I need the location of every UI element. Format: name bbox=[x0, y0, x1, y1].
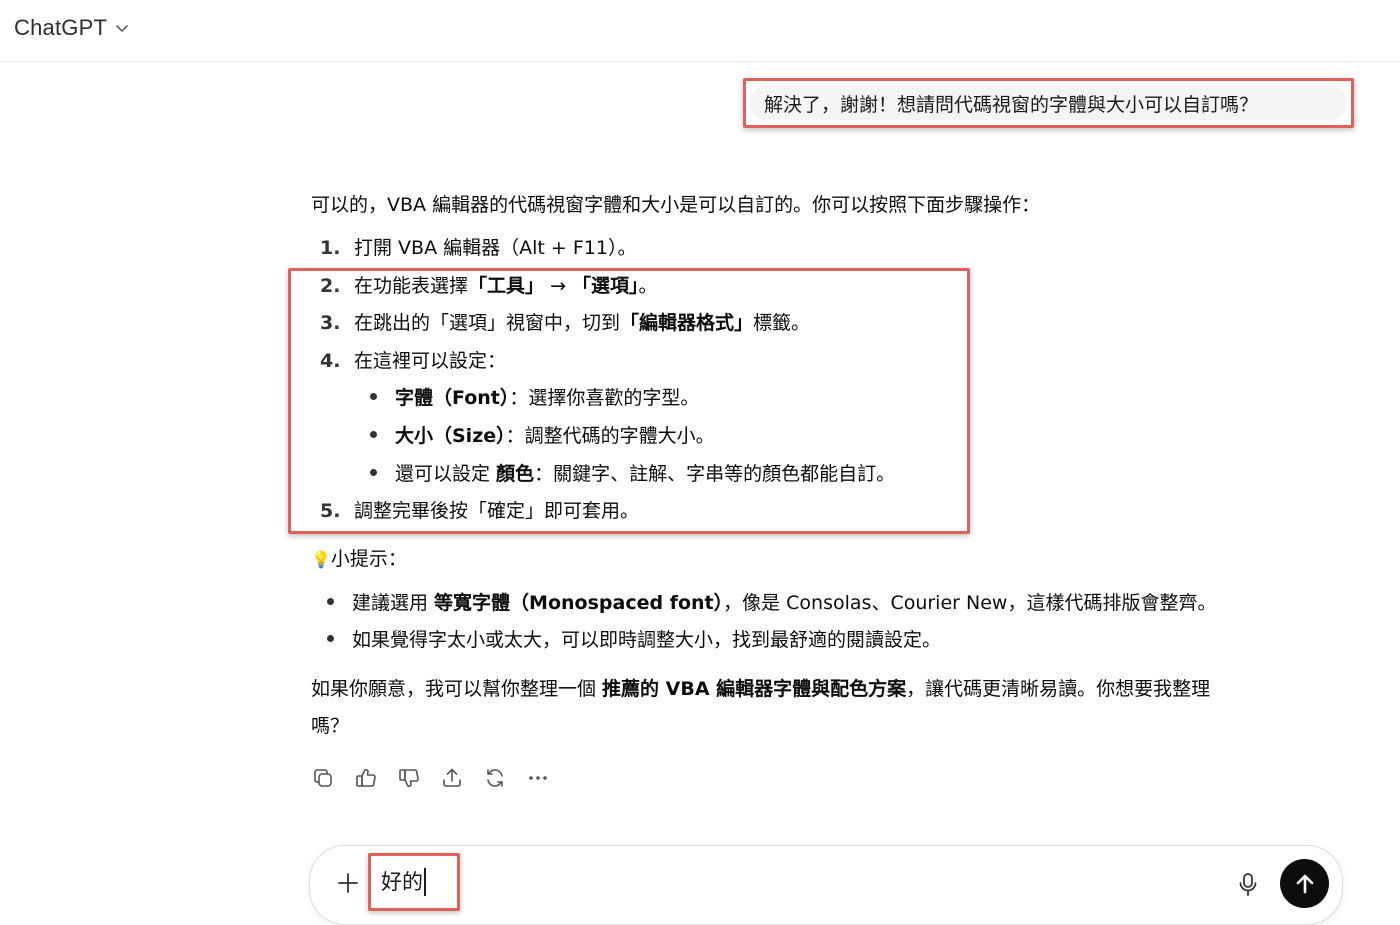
regenerate-icon[interactable] bbox=[483, 764, 507, 792]
user-message: 解決了，謝謝！想請問代碼視窗的字體與大小可以自訂嗎？ bbox=[750, 85, 1347, 121]
model-name: ChatGPT bbox=[14, 15, 108, 40]
top-bar: ChatGPT bbox=[0, 0, 1400, 62]
bullet bbox=[327, 598, 334, 605]
tip-item: 如果覺得字太小或太大，可以即時調整大小，找到最舒適的閱讀設定。 bbox=[327, 622, 941, 659]
assistant-intro: 可以的，VBA 編輯器的代碼視窗字體和大小是可以自訂的。你可以按照下面步驟操作： bbox=[311, 194, 1041, 216]
message-input[interactable]: 好的 bbox=[381, 868, 426, 896]
send-button[interactable] bbox=[1280, 859, 1329, 908]
bullet bbox=[327, 635, 334, 642]
steps-highlight-box bbox=[288, 268, 970, 534]
thumbs-down-icon[interactable] bbox=[397, 764, 421, 792]
model-switcher[interactable]: ChatGPT bbox=[14, 12, 129, 44]
closing-line-2: 嗎？ bbox=[311, 715, 350, 737]
tip-item: 建議選用 等寬字體（Monospaced font），像是 Consolas、C… bbox=[327, 585, 1216, 622]
share-icon[interactable] bbox=[440, 764, 464, 792]
composer bbox=[309, 845, 1343, 925]
message-input-highlight[interactable]: 好的 bbox=[368, 853, 460, 911]
user-message-highlight: 解決了，謝謝！想請問代碼視窗的字體與大小可以自訂嗎？ bbox=[743, 78, 1354, 128]
arrow-up-icon bbox=[1296, 874, 1313, 893]
chevron-down-icon bbox=[115, 21, 129, 35]
message-actions bbox=[311, 764, 550, 792]
microphone-icon[interactable] bbox=[1236, 870, 1260, 898]
list-item: 1. 打開 VBA 編輯器（Alt + F11）。 bbox=[320, 237, 637, 259]
lightbulb-icon: 💡 bbox=[311, 550, 331, 569]
thumbs-up-icon[interactable] bbox=[354, 764, 378, 792]
plus-icon[interactable] bbox=[337, 870, 359, 896]
closing-line: 如果你願意，我可以幫你整理一個 推薦的 VBA 編輯器字體與配色方案，讓代碼更清… bbox=[311, 678, 1211, 700]
more-icon[interactable] bbox=[526, 764, 550, 792]
copy-icon[interactable] bbox=[311, 764, 335, 792]
tip-title: 💡小提示： bbox=[311, 548, 407, 570]
